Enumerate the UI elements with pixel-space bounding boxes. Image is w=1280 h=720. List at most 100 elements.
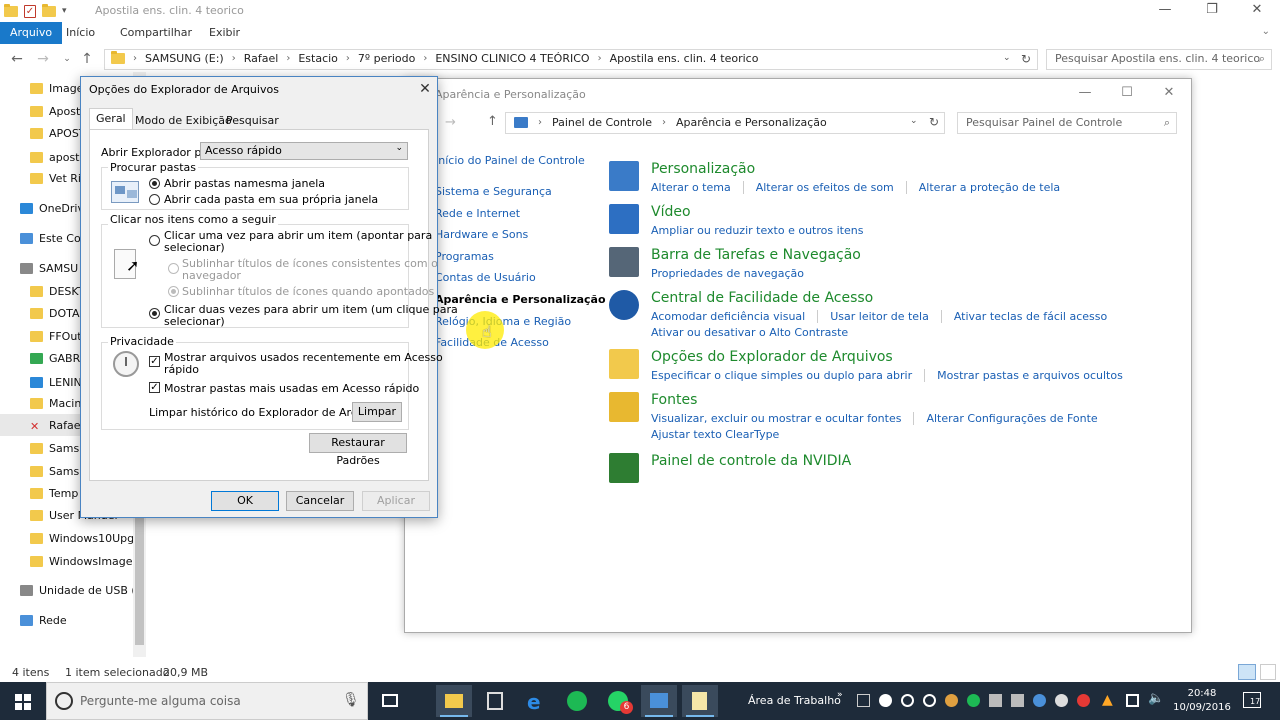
tray-app-icon[interactable] xyxy=(1055,694,1068,707)
task-view-button[interactable] xyxy=(372,685,408,717)
refresh-icon[interactable]: ↻ xyxy=(1021,52,1031,66)
taskbar-notepad[interactable] xyxy=(682,685,718,717)
tray-app-icon[interactable] xyxy=(923,694,936,707)
cp-task-link[interactable]: Ajustar texto ClearType xyxy=(651,428,779,441)
chevron-up-icon[interactable]: » xyxy=(837,690,843,700)
restore-defaults-button[interactable]: Restaurar Padrões xyxy=(309,433,407,467)
forward-button[interactable]: → xyxy=(445,115,456,130)
spotify-tray-icon[interactable] xyxy=(967,694,980,707)
cp-task-link[interactable]: Usar leitor de tela xyxy=(817,310,929,323)
qat-dropdown-icon[interactable]: ▾ xyxy=(62,6,67,16)
taskbar-file-explorer[interactable] xyxy=(436,685,472,717)
back-button[interactable]: ← xyxy=(8,50,26,68)
system-clock[interactable]: 20:48 10/09/2016 xyxy=(1172,687,1232,715)
open-explorer-select[interactable]: Acesso rápido ⌄ xyxy=(200,142,408,160)
cp-task-link[interactable]: Ativar teclas de fácil acesso xyxy=(940,310,1107,323)
cp-task-link[interactable]: Acomodar deficiência visual xyxy=(651,310,805,323)
minimize-button[interactable]: — xyxy=(1142,0,1188,22)
cp-task-link[interactable]: Alterar Configurações de Fonte xyxy=(913,412,1098,425)
chevron-down-icon[interactable]: ⌄ xyxy=(1003,53,1011,63)
underline-browser-radio[interactable] xyxy=(168,263,179,274)
ease-of-access-icon[interactable] xyxy=(609,290,639,320)
chevron-down-icon[interactable]: ⌄ xyxy=(1262,26,1270,37)
warning-icon[interactable]: ▲ xyxy=(1102,692,1113,708)
cp-task-link[interactable]: Alterar os efeitos de som xyxy=(742,181,894,194)
cp-category-title[interactable]: Personalização xyxy=(651,161,755,177)
cp-task-link[interactable]: Alterar o tema xyxy=(651,181,731,194)
chrome-icon[interactable] xyxy=(945,694,958,707)
tray-app-icon[interactable] xyxy=(901,694,914,707)
cp-task-link[interactable]: Alterar a proteção de tela xyxy=(905,181,1060,194)
nav-item[interactable]: WindowsImageE xyxy=(0,550,135,572)
usb-icon[interactable] xyxy=(857,694,870,707)
tab-pesquisar[interactable]: Pesquisar xyxy=(219,110,286,130)
browse-same-window-radio[interactable] xyxy=(149,178,160,189)
google-drive-icon[interactable] xyxy=(879,694,892,707)
maximize-button[interactable]: ❐ xyxy=(1189,0,1235,22)
cp-nav-link[interactable]: Sistema e Segurança xyxy=(435,185,552,198)
personalization-icon[interactable] xyxy=(609,161,639,191)
taskbar-icon[interactable] xyxy=(609,247,639,277)
cp-search-input[interactable]: Pesquisar Painel de Controle ⌕ xyxy=(957,112,1177,134)
apply-button[interactable]: Aplicar xyxy=(362,491,430,511)
cp-category-title[interactable]: Central de Facilidade de Acesso xyxy=(651,290,873,306)
breadcrumb-item[interactable]: ENSINO CLINICO 4 TEÓRICO xyxy=(435,52,589,65)
up-button[interactable]: ↑ xyxy=(78,50,96,68)
ok-button[interactable]: OK xyxy=(211,491,279,511)
breadcrumb-item[interactable]: Estacio xyxy=(298,52,338,65)
chevron-down-icon[interactable]: ⌄ xyxy=(910,116,918,126)
tray-app-icon[interactable] xyxy=(1077,694,1090,707)
up-button[interactable]: ↑ xyxy=(487,114,498,129)
breadcrumb-item[interactable]: 7º periodo xyxy=(358,52,415,65)
frequent-folders-checkbox[interactable]: ✓ xyxy=(149,382,160,393)
tab-arquivo[interactable]: Arquivo xyxy=(0,22,63,44)
breadcrumb-item[interactable]: Rafael xyxy=(244,52,279,65)
cp-category-title[interactable]: Painel de controle da NVIDIA xyxy=(651,453,851,469)
underline-hover-radio[interactable] xyxy=(168,286,179,297)
tray-app-icon[interactable] xyxy=(989,694,1002,707)
breadcrumb-item[interactable]: Aparência e Personalização xyxy=(676,116,827,129)
browse-own-window-radio[interactable] xyxy=(149,194,160,205)
address-bar[interactable]: › SAMSUNG (E:) › Rafael › Estacio › 7º p… xyxy=(104,49,1038,70)
forward-button[interactable]: → xyxy=(34,50,52,68)
double-click-radio[interactable] xyxy=(149,308,160,319)
tab-geral[interactable]: Geral xyxy=(89,108,133,130)
breadcrumb-item[interactable]: Painel de Controle xyxy=(552,116,652,129)
taskbar-calculator[interactable] xyxy=(477,685,513,717)
cp-nav-link[interactable]: Rede e Internet xyxy=(435,207,520,220)
tab-inicio[interactable]: Início xyxy=(56,22,105,44)
cp-nav-link[interactable]: Início do Painel de Controle xyxy=(435,154,585,167)
search-input[interactable]: Pesquisar Apostila ens. clin. 4 teorico … xyxy=(1046,49,1272,70)
cp-task-link[interactable]: Visualizar, excluir ou mostrar e ocultar… xyxy=(651,412,901,425)
cp-maximize-button[interactable]: ☐ xyxy=(1106,82,1148,104)
network-icon[interactable] xyxy=(1126,694,1139,707)
single-click-radio[interactable] xyxy=(149,235,160,246)
display-icon[interactable] xyxy=(609,204,639,234)
breadcrumb-item[interactable]: SAMSUNG (E:) xyxy=(145,52,224,65)
taskbar-spotify[interactable] xyxy=(559,685,595,717)
cp-nav-link[interactable]: Hardware e Sons xyxy=(435,228,528,241)
cp-address-bar[interactable]: › Painel de Controle › Aparência e Perso… xyxy=(505,112,945,134)
folder-options-icon[interactable] xyxy=(609,349,639,379)
cp-category-title[interactable]: Fontes xyxy=(651,392,697,408)
desktop-toolbar-label[interactable]: Área de Trabalho xyxy=(748,694,841,707)
cp-nav-link[interactable]: Contas de Usuário xyxy=(435,271,536,284)
close-button[interactable]: ✕ xyxy=(1234,0,1280,22)
new-folder-icon[interactable] xyxy=(42,3,56,17)
cp-category-title[interactable]: Opções do Explorador de Arquivos xyxy=(651,349,893,365)
cp-task-link[interactable]: Especificar o clique simples ou duplo pa… xyxy=(651,369,912,382)
details-view-icon[interactable] xyxy=(1238,664,1256,680)
taskbar-control-panel[interactable] xyxy=(641,685,677,717)
microphone-icon[interactable]: 🎙 xyxy=(342,692,360,708)
nav-item[interactable]: Windows10Upgr xyxy=(0,527,135,549)
fonts-icon[interactable] xyxy=(609,392,639,422)
cp-category-title[interactable]: Barra de Tarefas e Navegação xyxy=(651,247,861,263)
cp-task-link[interactable]: Propriedades de navegação xyxy=(651,267,804,280)
cancel-button[interactable]: Cancelar xyxy=(286,491,354,511)
cp-minimize-button[interactable]: — xyxy=(1064,82,1106,104)
large-icons-view-icon[interactable] xyxy=(1260,664,1276,680)
cp-task-link[interactable]: Ampliar ou reduzir texto e outros itens xyxy=(651,224,863,237)
recent-files-checkbox[interactable]: ✓ xyxy=(149,356,160,367)
action-center-icon[interactable]: 17 xyxy=(1243,692,1261,708)
cp-task-link[interactable]: Mostrar pastas e arquivos ocultos xyxy=(924,369,1123,382)
